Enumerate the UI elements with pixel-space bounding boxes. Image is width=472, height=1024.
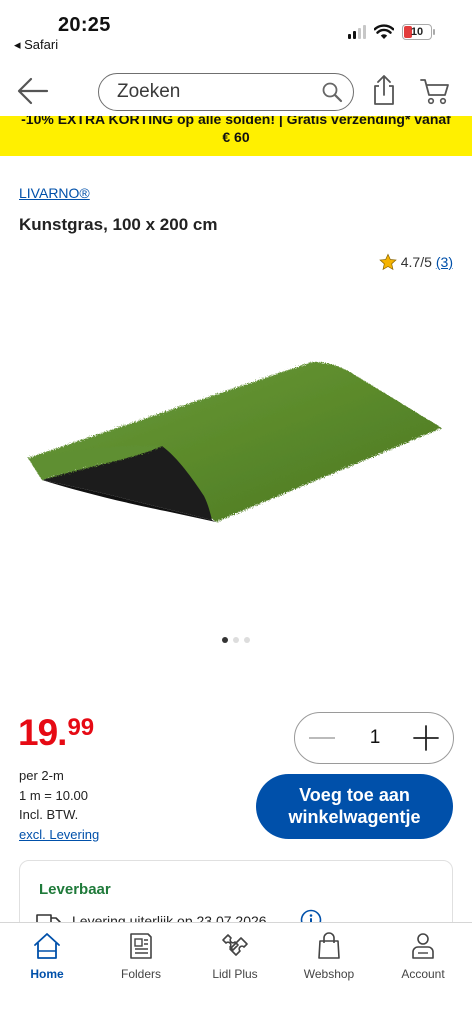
add-to-cart-label-2: winkelwagentje — [288, 807, 421, 827]
tab-home[interactable]: Home — [0, 931, 94, 981]
top-navigation — [0, 66, 472, 118]
add-to-cart-button[interactable]: Voeg toe aan winkelwagentje — [256, 774, 453, 839]
brand-link[interactable]: LIVARNO® — [19, 185, 90, 201]
battery-icon: 10 — [402, 24, 435, 40]
wifi-icon — [374, 24, 394, 39]
tab-lidl-plus-label: Lidl Plus — [212, 967, 258, 981]
price-decimals: 99 — [67, 714, 95, 741]
quantity-value[interactable]: 1 — [361, 727, 389, 749]
price-main: 19. — [18, 712, 67, 753]
add-to-cart-label-1: Voeg toe aan — [299, 785, 410, 805]
share-icon[interactable] — [372, 74, 396, 106]
price-details: per 2-m 1 m = 10.00 Incl. BTW. excl. Lev… — [19, 766, 99, 844]
gallery-dot[interactable] — [222, 637, 228, 643]
rating-count-link[interactable]: (3) — [436, 254, 453, 270]
tab-folders[interactable]: Folders — [94, 931, 188, 981]
cart-icon[interactable] — [420, 76, 450, 106]
tab-home-label: Home — [30, 967, 64, 981]
status-indicators: 10 — [348, 24, 435, 40]
bottom-tab-bar: Home Folders Lidl Plus Webshop Account — [0, 922, 472, 1024]
product-rating[interactable]: 4.7/5 (3) — [378, 253, 453, 271]
gallery-dot[interactable] — [233, 637, 239, 643]
folders-icon — [130, 933, 152, 959]
ticket-icon — [222, 934, 248, 956]
promo-banner[interactable]: -10% EXTRA KORTING op alle solden! | Gra… — [0, 116, 472, 156]
back-arrow-icon[interactable] — [16, 76, 50, 106]
vat-text: Incl. BTW. — [19, 807, 79, 822]
tab-webshop-label: Webshop — [303, 967, 355, 981]
gallery-indicator[interactable] — [0, 637, 472, 643]
delivery-cost-link[interactable]: excl. Levering — [19, 825, 99, 845]
unit-text: per 2-m — [19, 768, 64, 783]
tab-account[interactable]: Account — [376, 931, 470, 981]
promo-threshold: € 60 — [222, 129, 250, 145]
tab-account-label: Account — [401, 967, 445, 981]
search-input[interactable] — [117, 80, 307, 104]
account-icon — [412, 933, 434, 959]
tab-webshop[interactable]: Webshop — [282, 931, 376, 981]
decrease-quantity-button[interactable] — [309, 737, 335, 739]
home-icon — [34, 933, 60, 959]
search-icon[interactable] — [321, 81, 343, 103]
increase-quantity-button[interactable] — [413, 725, 439, 751]
product-image[interactable] — [20, 340, 450, 540]
cellular-signal-icon — [348, 25, 366, 39]
tab-folders-label: Folders — [120, 967, 161, 981]
search-bar[interactable] — [98, 73, 354, 111]
battery-level: 10 — [410, 26, 424, 38]
per-meter-price: 1 m = 10.00 — [19, 787, 89, 803]
status-time: 20:25 — [58, 14, 111, 36]
status-bar: 20:25 ◂ Safari 10 — [0, 0, 472, 60]
star-icon — [378, 253, 397, 271]
availability-status: Leverbaar — [39, 881, 111, 898]
bag-icon — [318, 932, 340, 959]
gallery-dot[interactable] — [244, 637, 250, 643]
product-price: 19.99 — [18, 712, 94, 754]
promo-text: -10% EXTRA KORTING op alle solden! | Gra… — [21, 116, 451, 127]
quantity-stepper[interactable]: 1 — [294, 712, 454, 764]
tab-lidl-plus[interactable]: Lidl Plus — [188, 931, 282, 981]
back-to-safari-link[interactable]: ◂ Safari — [14, 37, 58, 53]
rating-value: 4.7/5 — [400, 254, 432, 270]
product-title: Kunstgras, 100 x 200 cm — [19, 215, 218, 234]
